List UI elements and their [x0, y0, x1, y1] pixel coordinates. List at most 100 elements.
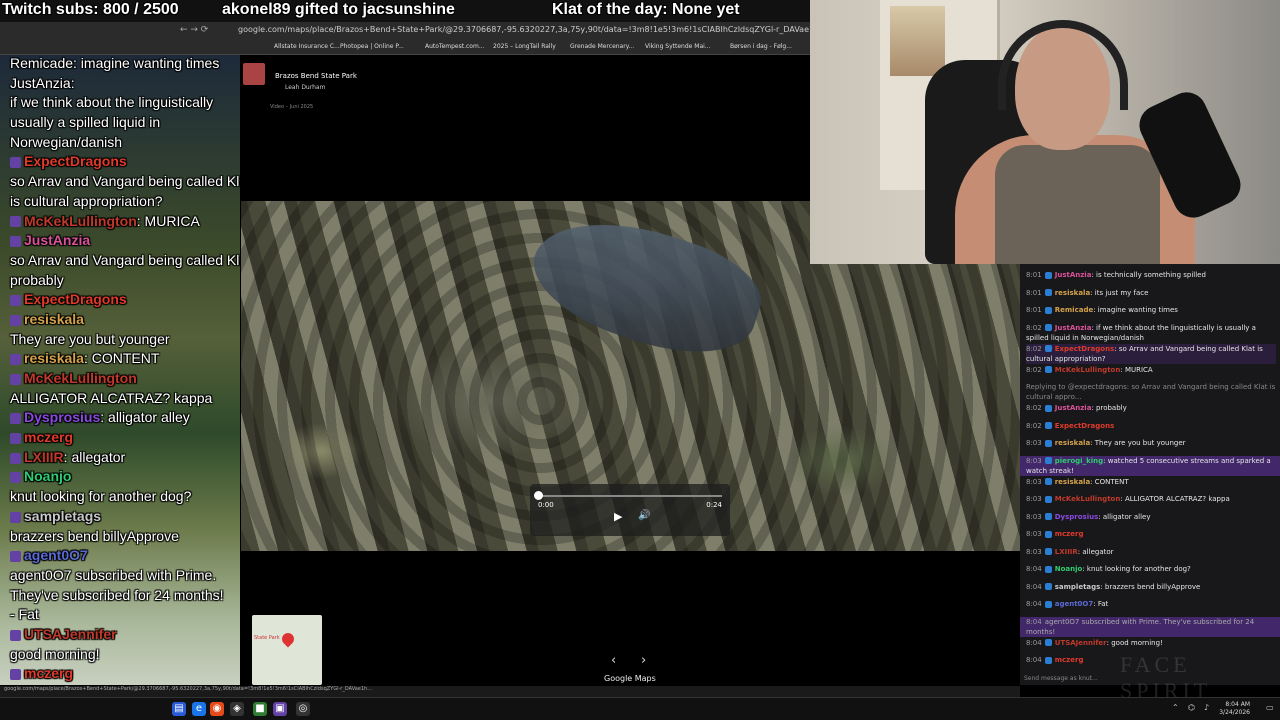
chat-message: alligator alley — [1102, 512, 1151, 521]
place-thumbnail[interactable] — [243, 63, 265, 85]
notification-icon[interactable]: ▭ — [1266, 703, 1274, 712]
chat-badge-icon — [1044, 513, 1052, 520]
progress-bar[interactable] — [538, 495, 722, 497]
mini-map[interactable]: State Park — [252, 615, 322, 685]
chevron-right-icon[interactable]: › — [641, 653, 646, 668]
chat-badge-icon — [10, 472, 21, 484]
chevron-left-icon[interactable]: ‹ — [611, 653, 616, 668]
left-chat-line: McKekLullington — [10, 370, 137, 386]
chat-badge-icon — [1044, 366, 1052, 373]
chat-username[interactable]: agent0O7 — [24, 547, 88, 563]
chat-message-row: 8:03 McKekLullington: ALLIGATOR ALCATRAZ?… — [1026, 494, 1276, 504]
chat-username[interactable]: mczerg — [24, 665, 73, 681]
chat-username[interactable]: Dysprosius — [1055, 513, 1099, 521]
browser-urlbar[interactable]: ← → ⟳ google.com/maps/place/Brazos+Bend+… — [0, 22, 827, 40]
chat-username[interactable]: McKekLullington — [24, 213, 137, 229]
chat-badge-icon — [1044, 565, 1052, 573]
clock[interactable]: 8:04 AM 3/24/2026 — [1219, 701, 1250, 717]
chat-username[interactable]: ExpectDragons — [1055, 422, 1115, 430]
chat-username[interactable]: LXIIIR — [1055, 548, 1078, 556]
chat-message: probably — [10, 271, 64, 288]
chat-username[interactable]: agent0O7 — [1055, 600, 1094, 608]
left-chat-line: LXIIIR: allegator — [10, 449, 125, 465]
time-current: 0:00 — [538, 501, 554, 509]
chat-username[interactable]: Remicade — [1055, 306, 1093, 314]
chat-username[interactable]: ExpectDragons — [24, 153, 127, 169]
chat-badge-icon — [10, 432, 21, 444]
chat-badge-icon — [1044, 530, 1052, 538]
game-icon[interactable]: ■ — [253, 702, 267, 716]
chat-username[interactable]: resiskala — [24, 350, 84, 366]
chat-message-row: 8:03 LXIIIR: allegator — [1026, 547, 1276, 557]
chat-username[interactable]: mczerg — [1055, 530, 1084, 538]
chat-message-row: Replying to @expectdragons: so Arrav and… — [1026, 382, 1276, 402]
explorer-icon[interactable]: ▤ — [172, 702, 186, 716]
play-icon[interactable]: ▶ — [614, 510, 622, 523]
steam-icon[interactable]: ◎ — [296, 702, 310, 716]
chat-username[interactable]: resiskala — [1055, 478, 1090, 486]
bookmark[interactable]: Børsen i dag - Følg... — [730, 43, 792, 50]
left-chat-line: - Fat — [10, 606, 39, 622]
left-chat-line: They are you but younger — [10, 331, 170, 347]
chat-username[interactable]: resiskala — [24, 311, 84, 327]
chat-username[interactable]: pierogi_king — [1055, 457, 1103, 465]
bookmark[interactable]: Photopea | Online P... — [340, 43, 404, 50]
chat-message: : CONTENT — [83, 350, 160, 367]
chat-badge-icon — [1044, 289, 1052, 296]
chat-username[interactable]: Noanjo — [1055, 565, 1083, 573]
bookmark[interactable]: AutoTempest.com... — [425, 43, 485, 50]
right-chat-panel: 8:01 JustAnzia: is technically something … — [1020, 264, 1280, 685]
chat-username[interactable]: ExpectDragons — [1055, 345, 1115, 353]
chat-username[interactable]: JustAnzia — [24, 232, 90, 248]
volume-tray-icon[interactable]: ♪ — [1204, 703, 1209, 712]
bookmark[interactable]: Grenade Mercenary... — [570, 43, 634, 50]
chat-username[interactable]: LXIIIR — [24, 449, 64, 465]
video-controls[interactable]: 0:00 0:24 ▶ 🔊 — [530, 484, 730, 536]
network-icon[interactable]: ⌬ — [1188, 703, 1195, 712]
place-meta: Video – Juni 2025 — [270, 104, 314, 110]
volume-icon[interactable]: 🔊 — [638, 510, 650, 521]
chat-username[interactable]: JustAnzia — [1055, 324, 1092, 332]
edge-icon[interactable]: e — [192, 702, 206, 716]
chat-badge-icon — [1044, 345, 1052, 352]
chat-badge-icon — [10, 452, 21, 464]
chat-username[interactable]: mczerg — [24, 429, 73, 445]
bookmark[interactable]: Allstate Insurance C... — [274, 43, 340, 50]
chat-username[interactable]: McKekLullington — [1055, 366, 1121, 374]
chat-badge-icon — [1044, 639, 1052, 646]
chat-username[interactable]: sampletags — [24, 508, 101, 524]
status-url: google.com/maps/place/Brazos+Bend+State+… — [0, 686, 1020, 697]
chat-username[interactable]: JustAnzia — [1055, 271, 1092, 279]
chat-username[interactable]: JustAnzia — [1055, 404, 1092, 412]
left-chat-line: mczerg — [10, 665, 73, 681]
bookmark[interactable]: Viking Syttende Mai... — [645, 43, 711, 50]
progress-knob[interactable] — [534, 491, 543, 500]
chat-timestamp: 8:03 — [1026, 439, 1042, 447]
left-chat-line: knut looking for another dog? — [10, 488, 191, 504]
chat-username[interactable]: McKekLullington — [24, 370, 137, 386]
left-chat-line: so Arrav and Vangard being called Klat — [10, 173, 240, 189]
bookmark[interactable]: 2025 – LongTail Rally — [493, 43, 556, 50]
chat-username[interactable]: mczerg — [1055, 656, 1084, 664]
chevron-up-icon[interactable]: ⌃ — [1172, 703, 1179, 712]
chat-username[interactable]: resiskala — [1055, 439, 1090, 447]
chrome-icon[interactable]: ◉ — [210, 702, 224, 716]
twitch-icon[interactable]: ▣ — [273, 702, 287, 716]
chat-username[interactable]: ExpectDragons — [24, 291, 127, 307]
chat-badge-icon — [10, 235, 21, 247]
chat-badge-icon — [1044, 306, 1052, 314]
app-icon[interactable]: ◈ — [230, 702, 244, 716]
chat-username[interactable]: UTSAJennifer — [1055, 639, 1107, 647]
chat-username[interactable]: Noanjo — [24, 468, 71, 484]
chat-username[interactable]: sampletags — [1055, 583, 1101, 591]
chat-username[interactable]: Dysprosius — [24, 409, 100, 425]
left-chat-line: if we think about the linguistically — [10, 94, 213, 110]
url-text[interactable]: google.com/maps/place/Brazos+Bend+State+… — [238, 25, 827, 34]
nav-buttons[interactable]: ← → ⟳ — [180, 25, 208, 35]
subs-counter: Twitch subs: 800 / 2500 — [2, 1, 179, 18]
chat-username[interactable]: UTSAJennifer — [24, 626, 117, 642]
chat-username[interactable]: resiskala — [1055, 289, 1090, 297]
chat-timestamp: 8:04 — [1026, 656, 1042, 664]
chat-message: agent0O7 subscribed with Prime. They've … — [1026, 617, 1255, 636]
chat-username[interactable]: McKekLullington — [1055, 495, 1121, 503]
